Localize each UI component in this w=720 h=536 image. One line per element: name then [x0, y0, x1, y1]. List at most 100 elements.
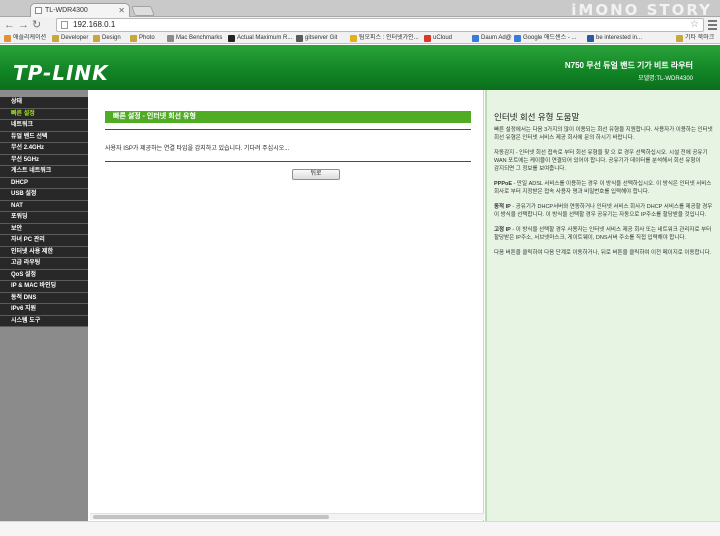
horizontal-scrollbar[interactable]	[90, 513, 484, 520]
bookmark-item[interactable]: 기타 북마크	[676, 34, 720, 43]
scrollbar-thumb[interactable]	[93, 515, 329, 519]
bookmark-icon	[228, 35, 235, 42]
help-paragraph: 고정 IP - 이 방식을 선택할 경우 사용자는 인터넷 서비스 제공 회사 …	[494, 226, 716, 242]
bookmark-label: Google 애드센스 - ...	[523, 35, 577, 41]
page-favicon-icon	[35, 7, 42, 14]
bookmark-icon	[52, 35, 59, 42]
bookmark-icon	[93, 35, 100, 42]
help-paragraph: 다음 버튼을 클릭하여 다음 단계로 이동하거나, 뒤로 버튼을 클릭하여 이전…	[494, 249, 716, 257]
bookmark-label: 기타 북마크	[685, 35, 715, 41]
sidebar-item[interactable]: 시스템 도구	[0, 315, 88, 327]
sidebar-item[interactable]: NAT	[0, 200, 88, 212]
bookmark-label: Developer	[61, 35, 89, 41]
bookmark-item[interactable]: Google 애드센스 - ...	[514, 34, 585, 43]
bookmark-icon	[472, 35, 479, 42]
bookmark-item[interactable]: Photo	[130, 34, 165, 43]
help-term: 동적 IP	[494, 204, 511, 210]
help-paragraph: 자동감지 - 인터넷 회선 접속로 부터 회선 유형을 찾 으 로 경우 선택하…	[494, 149, 716, 173]
bookmark-item[interactable]: gitserver Git	[296, 34, 348, 43]
back-arrow-icon[interactable]: ←	[4, 18, 15, 32]
sidebar-item[interactable]: QoS 설정	[0, 269, 88, 281]
sidebar-item[interactable]: DHCP	[0, 177, 88, 189]
help-paragraph: PPPoE - 만일 ADSL 서비스를 이용하는 경우 이 방식을 선택하십시…	[494, 180, 716, 196]
divider	[105, 161, 471, 162]
forward-arrow-icon[interactable]: →	[18, 18, 29, 32]
sidebar-item[interactable]: 자녀 PC 관리	[0, 235, 88, 247]
bookmark-label: 애플리케이션	[13, 35, 47, 41]
sidebar-item[interactable]: 무선 2.4GHz	[0, 143, 88, 155]
help-title: 인터넷 회선 유형 도움말	[494, 112, 580, 122]
bookmark-item[interactable]: be interested in...	[587, 34, 673, 43]
bookmark-item[interactable]: Actual Maximum R...	[228, 34, 294, 43]
help-text: - 이 방식을 선택할 경우 사용자는 인터넷 서비스 제공 회사 또는 네트워…	[494, 227, 712, 241]
browser-toolbar: ← → ↻ 192.168.0.1 ☆	[0, 17, 720, 33]
bookmark-label: be interested in...	[596, 35, 643, 41]
page-icon	[61, 21, 68, 29]
main-content: 빠른 설정 - 인터넷 회선 유형 사용자 ISP가 제공하는 연결 타입을 감…	[88, 90, 484, 521]
bookmark-item[interactable]: Developer	[52, 34, 91, 43]
help-term: PPPoE	[494, 181, 513, 187]
bookmark-icon	[424, 35, 431, 42]
bookmark-item[interactable]: Daum Ad@m	[472, 34, 512, 43]
sidebar-item[interactable]: 포워딩	[0, 212, 88, 224]
sidebar-item[interactable]: 네트워크	[0, 120, 88, 132]
bookmark-icon	[4, 35, 11, 42]
bookmark-icon	[350, 35, 357, 42]
help-panel: 인터넷 회선 유형 도움말 빠른 설정에서는 다음 3가지의 많이 이용되는 회…	[485, 90, 720, 521]
browser-tab-strip: TL-WDR4300 ✕ iMONO STORY	[0, 0, 720, 19]
browser-menu-icon[interactable]	[708, 20, 717, 32]
sidebar-item[interactable]: IPv6 지원	[0, 304, 88, 316]
window-bottom	[0, 521, 720, 536]
sidebar-item[interactable]: 무선 5GHz	[0, 154, 88, 166]
sidebar-item[interactable]: 듀얼 밴드 선택	[0, 131, 88, 143]
bookmark-item[interactable]: Design	[93, 34, 128, 43]
bookmarks-bar: 애플리케이션 Developer Design Photo Mac Benchmarks…	[0, 33, 720, 44]
sidebar-item[interactable]: 상태	[0, 97, 88, 109]
tp-link-logo: TP-LINK	[13, 61, 109, 85]
sidebar-item[interactable]: 인터넷 사용 제한	[0, 246, 88, 258]
browser-tab-title: TL-WDR4300	[45, 7, 88, 14]
address-url: 192.168.0.1	[73, 20, 116, 29]
divider	[105, 129, 471, 130]
sidebar-item[interactable]: 게스트 네트워크	[0, 166, 88, 178]
reload-icon[interactable]: ↻	[32, 18, 41, 32]
sidebar-item[interactable]: 동적 DNS	[0, 292, 88, 304]
wizard-title: 빠른 설정 - 인터넷 회선 유형	[105, 111, 471, 123]
bookmark-icon	[514, 35, 521, 42]
help-paragraph: 동적 IP - 공유기가 DHCP서버와 연동하거나 인터넷 서비스 회사가 D…	[494, 203, 716, 219]
bookmark-label: Actual Maximum R...	[237, 35, 293, 41]
bookmark-label: gitserver Git	[305, 35, 338, 41]
bookmark-label: 팀오피스 : 인터넷가인...	[359, 35, 419, 41]
address-bar[interactable]: 192.168.0.1 ☆	[56, 18, 704, 32]
bookmark-icon	[676, 35, 683, 42]
close-tab-icon[interactable]: ✕	[118, 4, 125, 17]
bookmark-label: uCloud	[433, 35, 453, 41]
sidebar-item[interactable]: 빠른 설정	[0, 108, 88, 120]
bookmark-label: Design	[102, 35, 121, 41]
sidebar-item[interactable]: IP & MAC 바인딩	[0, 281, 88, 293]
sidebar-item[interactable]: 고급 라우팅	[0, 258, 88, 270]
bookmark-icon	[296, 35, 303, 42]
router-header: TP-LINK N750 무선 듀얼 밴드 기가 비트 라우터 모델명:TL-W…	[0, 45, 720, 90]
new-tab-button[interactable]	[131, 6, 155, 16]
sidebar-menu: 상태 빠른 설정 네트워크 듀얼 밴드 선택 무선 2.4GHz 무선 5GHz 게스트 네…	[0, 90, 88, 536]
bookmark-label: Daum Ad@m	[481, 35, 512, 41]
help-text: 다음 버튼을 클릭하여 다음 단계로 이동하거나, 뒤로 버튼을 클릭하여 이전…	[494, 250, 712, 256]
bookmark-label: Mac Benchmarks	[176, 35, 223, 41]
bookmark-icon	[167, 35, 174, 42]
product-title: N750 무선 듀얼 밴드 기가 비트 라우터	[564, 61, 693, 70]
bookmark-item[interactable]: Mac Benchmarks	[167, 34, 225, 43]
back-button[interactable]: 뒤로	[292, 169, 340, 180]
help-text: - 만일 ADSL 서비스를 이용하는 경우 이 방식을 선택하십시오. 이 방…	[494, 181, 712, 195]
help-body: 빠른 설정에서는 다음 3가지의 많이 이용되는 회선 유형을 지원합니다. 사…	[494, 126, 716, 264]
bookmark-item[interactable]: uCloud	[424, 34, 470, 43]
help-text: 빠른 설정에서는 다음 3가지의 많이 이용되는 회선 유형을 지원합니다. 사…	[494, 127, 713, 141]
bookmark-item[interactable]: 팀오피스 : 인터넷가인...	[350, 34, 422, 43]
sidebar-item[interactable]: USB 설정	[0, 189, 88, 201]
browser-tab[interactable]: TL-WDR4300 ✕	[30, 3, 130, 18]
sidebar-item[interactable]: 보안	[0, 223, 88, 235]
bookmark-star-icon[interactable]: ☆	[690, 19, 699, 31]
bookmark-item[interactable]: 애플리케이션	[4, 34, 50, 43]
help-paragraph: 빠른 설정에서는 다음 3가지의 많이 이용되는 회선 유형을 지원합니다. 사…	[494, 126, 716, 142]
help-term: 고정 IP	[494, 227, 511, 233]
